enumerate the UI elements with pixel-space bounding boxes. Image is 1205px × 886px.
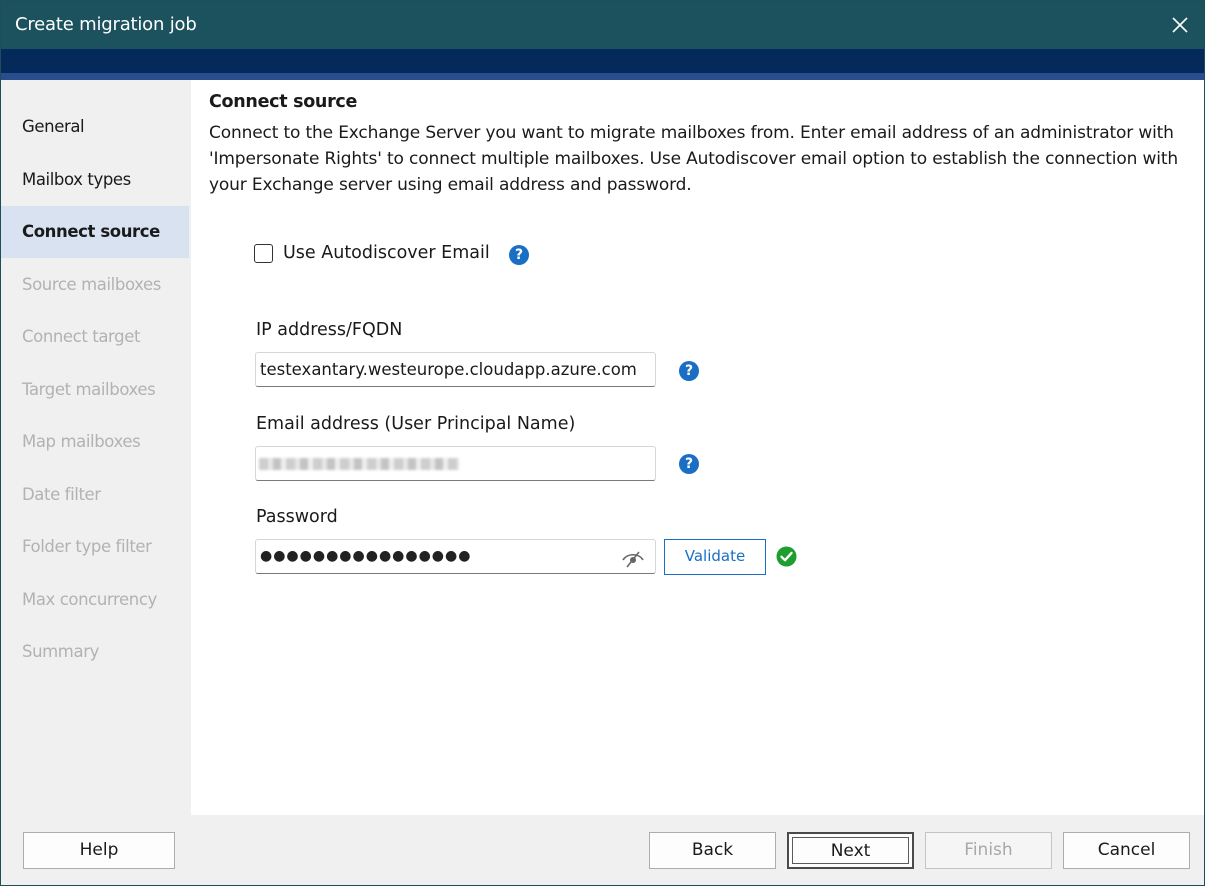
ip-address-help-icon[interactable]: ? — [679, 361, 699, 381]
next-button[interactable]: Next — [787, 832, 914, 869]
sidebar-item-date-filter: Date filter — [22, 485, 101, 504]
main-content: Connect source Connect to the Exchange S… — [191, 80, 1204, 815]
password-input[interactable]: ●●●●●●●●●●●●●●●● — [255, 539, 656, 574]
ip-address-label: IP address/FQDN — [256, 320, 403, 340]
cancel-button[interactable]: Cancel — [1063, 832, 1190, 869]
sidebar-item-map-mailboxes: Map mailboxes — [22, 432, 141, 451]
sidebar-item-folder-type-filter: Folder type filter — [22, 537, 152, 556]
redacted-email-value — [259, 458, 459, 470]
sidebar-item-connect-target: Connect target — [22, 327, 141, 346]
header-banner — [1, 49, 1204, 80]
sidebar-item-general[interactable]: General — [1, 101, 189, 153]
wizard-steps-sidebar: General Mailbox types Connect source Sou… — [1, 80, 191, 815]
autodiscover-help-icon[interactable]: ? — [509, 245, 529, 265]
page-description: Connect to the Exchange Server you want … — [209, 123, 1178, 195]
autodiscover-checkbox[interactable] — [254, 244, 273, 263]
sidebar-item-source-mailboxes: Source mailboxes — [22, 275, 161, 294]
finish-button: Finish — [925, 832, 1052, 869]
password-label: Password — [256, 507, 338, 527]
email-label: Email address (User Principal Name) — [256, 414, 576, 434]
sidebar-item-summary: Summary — [22, 642, 99, 661]
sidebar-item-max-concurrency: Max concurrency — [22, 590, 157, 609]
next-button-label: Next — [792, 837, 909, 864]
close-icon[interactable] — [1166, 11, 1194, 39]
sidebar-item-mailbox-types[interactable]: Mailbox types — [1, 154, 189, 206]
title-bar: Create migration job — [1, 1, 1204, 49]
back-button[interactable]: Back — [649, 832, 776, 869]
email-help-icon[interactable]: ? — [679, 454, 699, 474]
sidebar-item-connect-source[interactable]: Connect source — [1, 206, 189, 258]
dialog-footer: Help Back Next Finish Cancel — [1, 815, 1204, 885]
email-input[interactable] — [255, 446, 656, 481]
help-button[interactable]: Help — [23, 832, 175, 869]
password-value: ●●●●●●●●●●●●●●●● — [260, 548, 472, 564]
sidebar-item-target-mailboxes: Target mailboxes — [22, 380, 156, 399]
window-title: Create migration job — [15, 14, 197, 35]
check-circle-icon — [776, 546, 797, 567]
eye-slash-icon[interactable] — [621, 547, 645, 568]
page-title: Connect source — [209, 92, 358, 112]
autodiscover-label[interactable]: Use Autodiscover Email — [283, 243, 490, 263]
validate-button[interactable]: Validate — [664, 539, 766, 575]
migration-dialog: Create migration job General Mailbox typ… — [0, 0, 1205, 886]
ip-address-input[interactable]: testexantary.westeurope.cloudapp.azure.c… — [255, 352, 656, 387]
